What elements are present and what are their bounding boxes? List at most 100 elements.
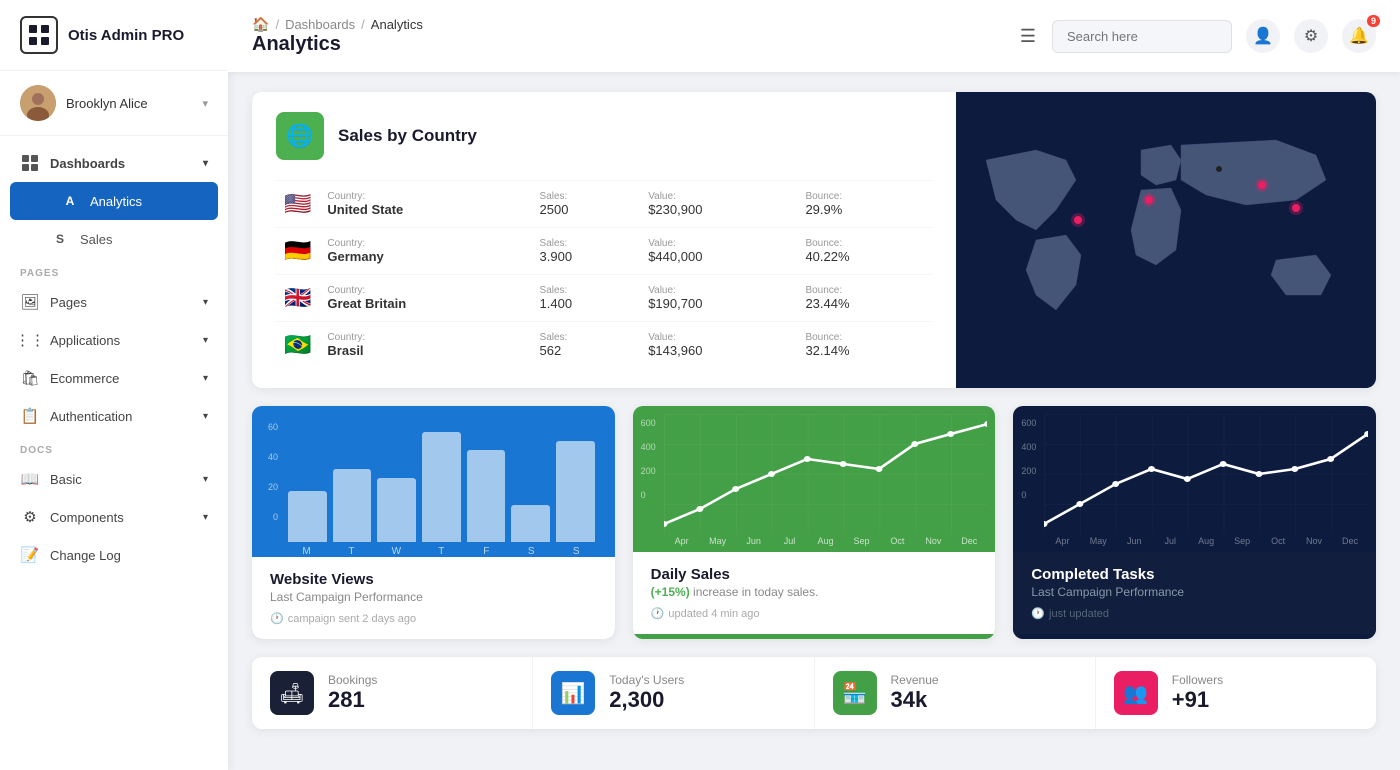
analytics-letter-icon: A: [60, 191, 80, 211]
completed-tasks-line-svg: [1044, 414, 1368, 534]
authentication-label: Authentication: [50, 409, 132, 424]
sidebar-user[interactable]: Brooklyn Alice ▾: [0, 71, 228, 136]
bar-x-label: W: [374, 546, 419, 557]
user-chevron-icon: ▾: [202, 97, 208, 110]
stat-value: +91: [1172, 687, 1223, 713]
header-right: 👤 ⚙ 🔔 9: [1052, 19, 1376, 53]
sales-label: Sales: [80, 232, 113, 247]
bar-x-label: T: [329, 546, 374, 557]
bar-y-label-0: 0: [273, 512, 278, 522]
components-icon: ⚙: [20, 507, 40, 527]
header: 🏠 / Dashboards / Analytics Analytics ☰ 👤…: [228, 0, 1400, 72]
stat-icon: 👥: [1114, 671, 1158, 715]
world-map-area: [956, 92, 1376, 388]
stat-label: Today's Users: [609, 673, 684, 687]
page-title: Analytics: [252, 33, 992, 56]
dashboards-icon: [20, 153, 40, 173]
pages-icon: 🖼: [20, 292, 40, 312]
sidebar-item-changelog[interactable]: 📝 Change Log: [0, 536, 228, 574]
pages-section-label: PAGES: [0, 258, 228, 283]
components-chevron-icon: ▾: [203, 512, 208, 523]
daily-sales-footer: 🕐 updated 4 min ago: [651, 607, 978, 620]
line-y-400: 400: [641, 442, 656, 452]
daily-sales-title: Daily Sales: [651, 566, 978, 583]
breadcrumb-current: Analytics: [371, 17, 423, 32]
website-views-footer-text: campaign sent 2 days ago: [288, 613, 416, 625]
bar-y-label-20: 20: [268, 482, 278, 492]
sidebar-item-components[interactable]: ⚙ Components ▾: [0, 498, 228, 536]
basic-label: Basic: [50, 472, 82, 487]
website-views-title: Website Views: [270, 571, 597, 588]
clock-icon-ds: 🕐: [651, 607, 665, 620]
breadcrumb-sep-1: /: [275, 17, 279, 32]
stat-label: Bookings: [328, 673, 377, 687]
stat-item: 📊 Today's Users 2,300: [533, 657, 814, 729]
ct-y-400: 400: [1021, 442, 1036, 452]
website-views-chart: 60 40 20 0 MTWTFSS: [252, 406, 615, 557]
stat-item: 🛋 Bookings 281: [252, 657, 533, 729]
notifications-icon[interactable]: 🔔 9: [1342, 19, 1376, 53]
search-input[interactable]: [1052, 20, 1232, 53]
sales-by-country-card: 🌐 Sales by Country 🇺🇸 Country: United St…: [252, 92, 1376, 388]
bar: [288, 491, 327, 542]
content-area: 🌐 Sales by Country 🇺🇸 Country: United St…: [228, 72, 1400, 770]
completed-tasks-subtitle: Last Campaign Performance: [1031, 585, 1358, 599]
components-label: Components: [50, 510, 124, 525]
bar-y-label-40: 40: [268, 452, 278, 462]
sidebar-item-analytics[interactable]: A Analytics: [10, 182, 218, 220]
daily-sales-card: 600 400 200 0: [633, 406, 996, 639]
completed-tasks-chart: 600 400 200 0: [1013, 406, 1376, 552]
sidebar-item-basic[interactable]: 📖 Basic ▾: [0, 460, 228, 498]
applications-label: Applications: [50, 333, 120, 348]
sidebar-logo: Otis Admin PRO: [0, 0, 228, 71]
stat-icon: 📊: [551, 671, 595, 715]
sidebar-item-sales[interactable]: S Sales: [0, 220, 228, 258]
daily-sales-info: Daily Sales (+15%) increase in today sal…: [633, 552, 996, 634]
bar: [511, 505, 550, 542]
settings-icon[interactable]: ⚙: [1294, 19, 1328, 53]
clock-icon-ct: 🕐: [1031, 607, 1045, 620]
completed-tasks-card: 600 400 200 0: [1013, 406, 1376, 639]
country-table-row: 🇺🇸 Country: United State Sales: 2500 Val…: [276, 181, 932, 228]
user-profile-icon[interactable]: 👤: [1246, 19, 1280, 53]
sales-card-title: Sales by Country: [338, 126, 477, 146]
daily-sales-highlight: (+15%): [651, 585, 690, 599]
breadcrumb: 🏠 / Dashboards / Analytics: [252, 16, 992, 33]
bar-x-label: S: [509, 546, 554, 557]
bar: [467, 450, 506, 542]
authentication-icon: 📋: [20, 406, 40, 426]
daily-sales-subtitle-text: increase in today sales.: [690, 585, 819, 599]
stat-icon: 🛋: [270, 671, 314, 715]
daily-sales-line-svg: [664, 414, 988, 534]
analytics-label: Analytics: [90, 194, 142, 209]
stat-label: Revenue: [891, 673, 939, 687]
bar: [333, 469, 372, 542]
sidebar-item-applications[interactable]: ⋮⋮ Applications ▾: [0, 321, 228, 359]
user-name: Brooklyn Alice: [66, 96, 192, 111]
card-header: 🌐 Sales by Country: [276, 112, 932, 160]
line-y-600: 600: [641, 418, 656, 428]
map-dot-usa: [1074, 216, 1082, 224]
breadcrumb-dashboards[interactable]: Dashboards: [285, 17, 355, 32]
stat-value: 2,300: [609, 687, 684, 713]
basic-chevron-icon: ▾: [203, 474, 208, 485]
sidebar-item-pages[interactable]: 🖼 Pages ▾: [0, 283, 228, 321]
sidebar-item-dashboards[interactable]: Dashboards ▾: [0, 144, 228, 182]
sales-table-area: 🌐 Sales by Country 🇺🇸 Country: United St…: [252, 92, 956, 388]
menu-icon[interactable]: ☰: [1020, 26, 1036, 47]
main-area: 🏠 / Dashboards / Analytics Analytics ☰ 👤…: [228, 0, 1400, 770]
sidebar-item-ecommerce[interactable]: 🛍 Ecommerce ▾: [0, 359, 228, 397]
daily-sales-subtitle: (+15%) increase in today sales.: [651, 585, 978, 599]
ct-y-0: 0: [1021, 490, 1036, 500]
stat-icon: 🏪: [833, 671, 877, 715]
stat-label: Followers: [1172, 673, 1223, 687]
country-table-row: 🇬🇧 Country: Great Britain Sales: 1.400 V…: [276, 275, 932, 322]
applications-icon: ⋮⋮: [20, 330, 40, 350]
clock-icon-wv: 🕐: [270, 612, 284, 625]
bar: [556, 441, 595, 542]
breadcrumb-sep-2: /: [361, 17, 365, 32]
sidebar-item-authentication[interactable]: 📋 Authentication ▾: [0, 397, 228, 435]
completed-tasks-footer-text: just updated: [1049, 608, 1109, 620]
stat-value: 281: [328, 687, 377, 713]
docs-section-label: DOCS: [0, 435, 228, 460]
